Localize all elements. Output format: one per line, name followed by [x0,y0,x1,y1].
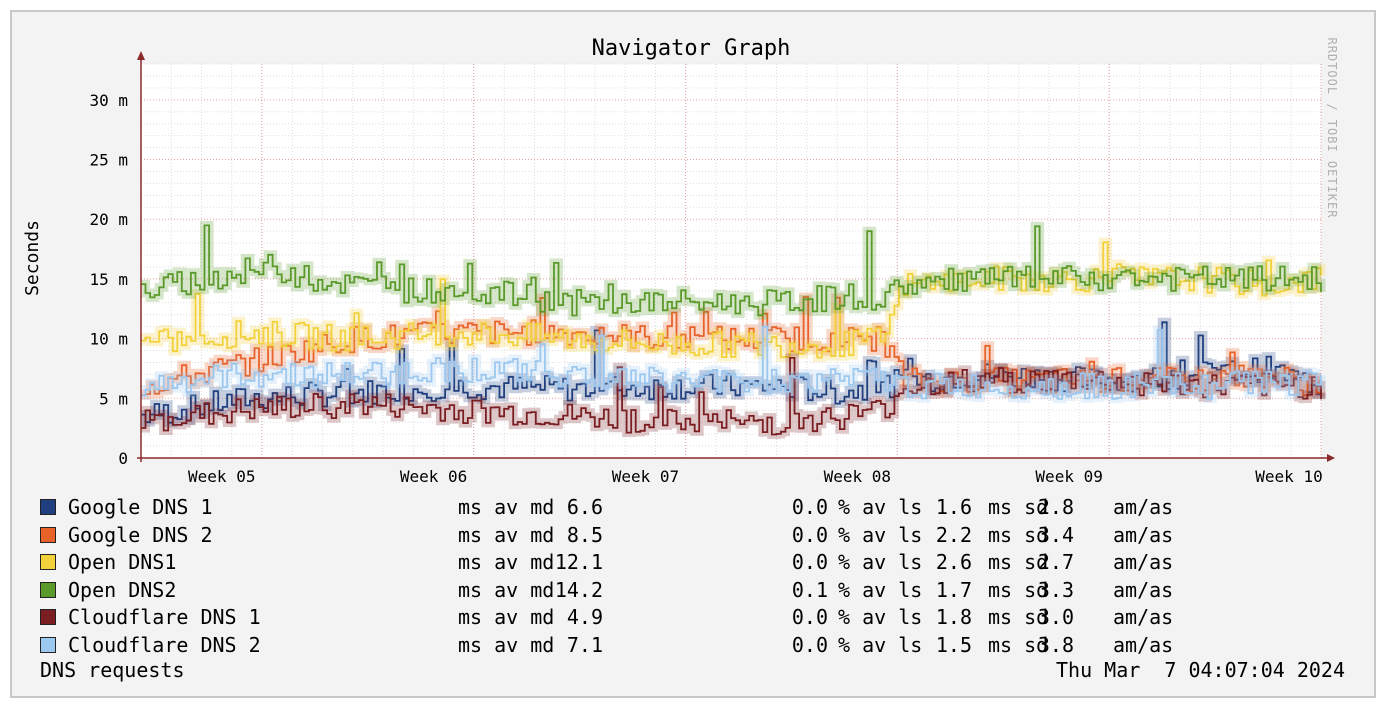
legend-sd-value: 1.7 [935,577,972,602]
legend-md-value: 4.9 [566,605,603,629]
y-axis-arrow [137,51,145,60]
legend-swatch [40,499,56,515]
legend-ls-unit: % av ls [838,632,923,657]
legend-ls-unit: % av ls [838,577,923,602]
legend-md-unit: ms av md [458,522,555,547]
legend-sd-value: 1.6 [935,495,972,519]
legend-row: Open DNS2 14.2 ms av md 0.1% av ls 1.7 ms sd 3… [38,578,1358,606]
legend-swatch [40,609,56,625]
legend-sd-value: 1.5 [935,632,972,657]
legend-ls-value: 0.0 [791,605,828,629]
legend-am-value: 3.0 [1037,605,1074,629]
legend-sd-value: 1.8 [935,605,972,629]
legend-swatch [40,636,56,653]
legend-am-value: 3.8 [1037,632,1074,657]
legend-am-value: 2.7 [1037,550,1074,574]
legend-name: Open DNS2 [68,577,177,602]
legend-ls-unit: % av ls [838,522,923,547]
legend-md-unit: ms av md [458,632,555,657]
y-tick-label: 5 m [99,389,128,408]
x-tick-label: Week 05 [188,467,255,486]
x-tick-labels: Week 05 Week 06 Week 07 Week 08 Week 09 Week … [188,467,1323,486]
legend-am-unit: am/as [1113,495,1174,519]
footer-timestamp: Thu Mar 7 04:07:04 2024 [1056,658,1345,682]
legend-row: Open DNS1 12.1 ms av md 0.0% av ls 2.6 ms sd 2… [38,550,1358,578]
legend-md-unit: ms av md [458,495,555,519]
legend-am-unit: am/as [1113,605,1174,629]
legend-md-unit: ms av md [458,577,555,602]
y-axis-label: Seconds [22,220,43,296]
legend-am-value: 2.8 [1037,495,1074,519]
y-tick-label: 0 [118,449,128,468]
legend-md-value: 12.1 [554,550,603,574]
legend-ls-value: 0.1 [791,577,828,602]
legend-swatch [40,554,56,570]
legend-row: Cloudflare DNS 1 4.9 ms av md 0.0 % av ls 1.8… [38,605,1358,633]
legend-md-value: 7.1 [566,632,603,657]
legend-am-unit: am/as [1113,632,1174,657]
legend-name: Google DNS 1 [68,495,213,519]
legend-am-unit: am/as [1113,577,1174,602]
legend-md-value: 14.2 [554,577,603,602]
y-tick-label: 10 m [89,330,128,349]
legend-am-unit: am/as [1113,522,1174,547]
watermark: RRDTOOL / TOBI OETIKER [1325,38,1339,219]
y-tick-labels: 0 5 m 10 m 15 m 20 m 25 m 30 m [89,91,128,468]
legend-swatch [40,526,56,543]
chart-title: Navigator Graph [592,36,791,61]
x-tick-label: Week 06 [400,467,467,486]
legend-am-value: 3.4 [1037,522,1074,547]
legend-ls-unit: % av ls [838,605,923,629]
legend-sd-value: 2.6 [935,550,972,574]
legend-am-value: 3.3 [1037,577,1074,602]
legend: Google DNS 1 6.6 ms av md 0.0% av ls 1.6 ms s… [38,495,1358,660]
legend-ls-value: 0.0 [791,550,828,574]
legend-name: Open DNS1 [68,550,177,574]
legend-swatch [40,581,56,598]
x-tick-label: Week 10 [1255,467,1322,486]
y-tick-label: 15 m [89,270,128,289]
legend-name: Google DNS 2 [68,522,213,547]
legend-name: Cloudflare DNS 1 [68,605,261,629]
y-tick-label: 25 m [89,151,128,170]
x-tick-label: Week 09 [1035,467,1102,486]
legend-ls-value: 0.0 [791,522,828,547]
y-tick-label: 30 m [89,91,128,110]
y-tick-label: 20 m [89,210,128,229]
x-axis-arrow [1327,454,1335,462]
legend-md-unit: ms av md [458,550,555,574]
legend-md-value: 6.6 [566,495,603,519]
footer-description: DNS requests [40,658,185,682]
legend-ls-unit: % av ls [838,550,923,574]
legend-row: Google DNS 1 6.6 ms av md 0.0% av ls 1.6 ms s… [38,495,1358,523]
legend-md-value: 8.5 [566,522,603,547]
legend-row: Google DNS 2 8.5 ms av md 0.0% av ls 2.2 ms s… [38,523,1358,551]
x-tick-label: Week 07 [612,467,679,486]
legend-name: Cloudflare DNS 2 [68,632,261,657]
x-tick-label: Week 08 [824,467,891,486]
legend-ls-unit: % av ls [838,495,923,519]
legend-md-unit: ms av md [458,605,555,629]
legend-ls-value: 0.0 [791,632,828,657]
legend-sd-value: 2.2 [935,522,972,547]
legend-ls-value: 0.0 [791,495,828,519]
legend-row: Cloudflare DNS 2 7.1 ms av md 0.0 % av ls 1.5… [38,633,1358,661]
legend-am-unit: am/as [1113,550,1174,574]
